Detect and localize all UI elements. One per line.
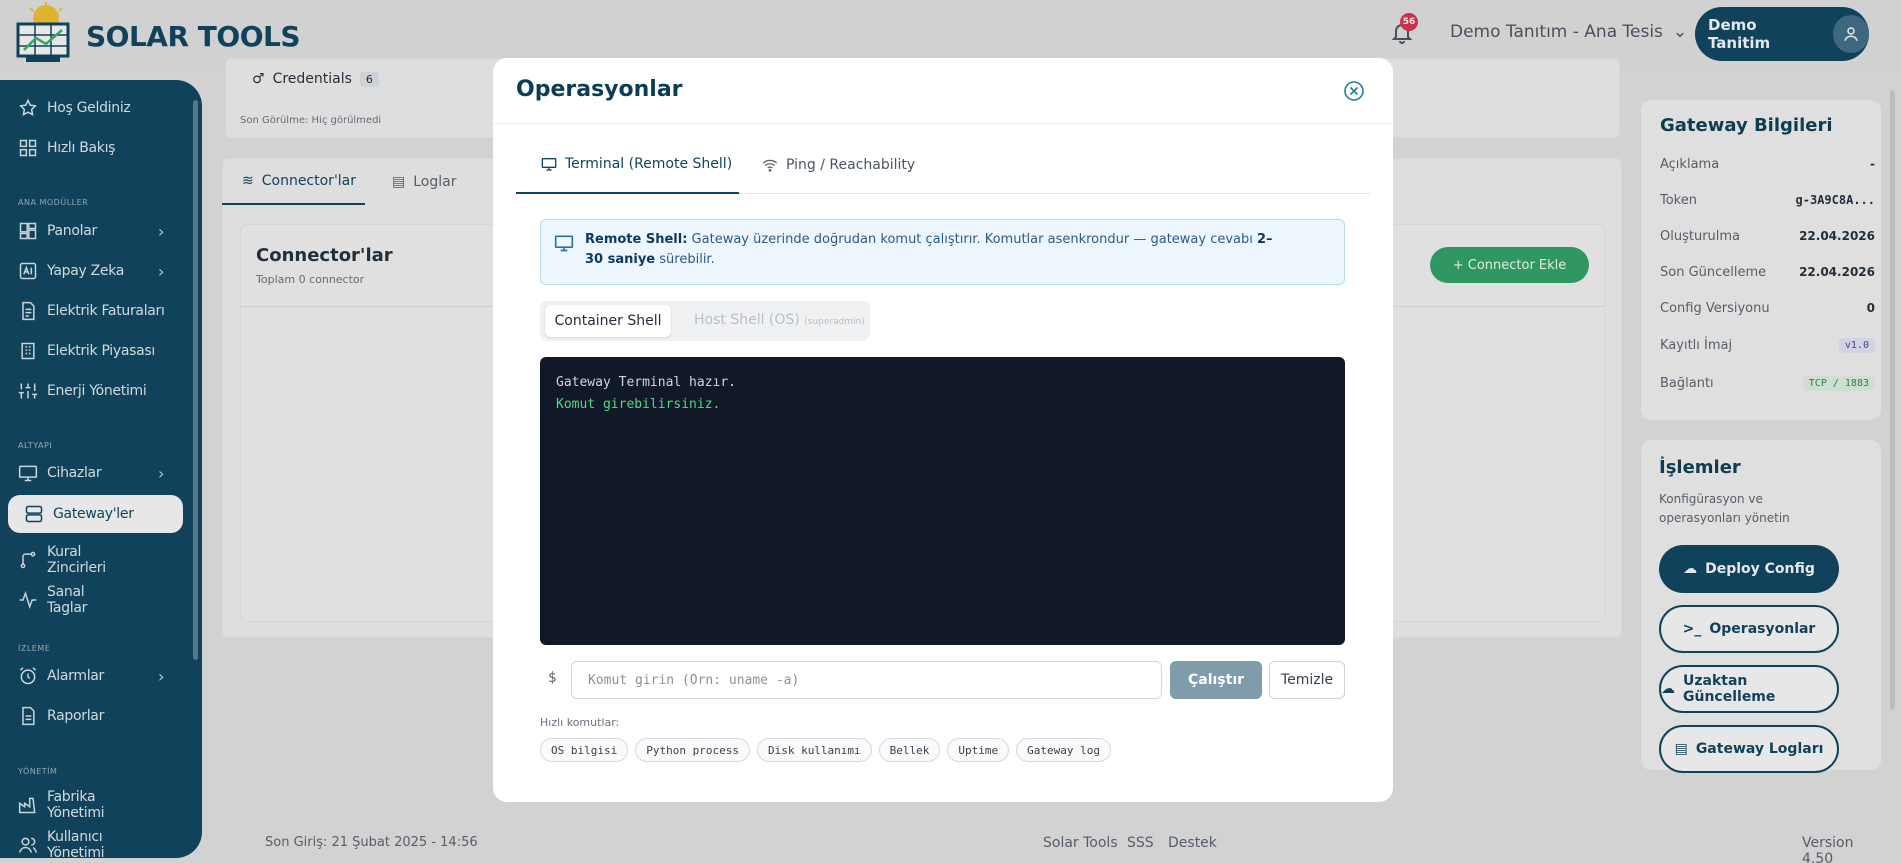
modal-title: Operasyonlar <box>516 77 683 102</box>
tab-terminal[interactable]: Terminal (Remote Shell) <box>541 156 732 172</box>
terminal-line: Gateway Terminal hazır. <box>556 375 737 390</box>
quick-commands-label: Hızlı komutlar: <box>540 716 620 729</box>
info-body: Gateway üzerinde doğrudan komut çalıştır… <box>687 232 1258 247</box>
remote-shell-info-text: Remote Shell: Gateway üzerinde doğrudan … <box>585 230 1285 270</box>
quick-commands: OS bilgisi Python process Disk kullanımı… <box>540 738 1112 762</box>
tab-label: Ping / Reachability <box>786 157 916 173</box>
quick-command-chip[interactable]: OS bilgisi <box>540 738 629 762</box>
monitor-icon <box>541 156 557 172</box>
host-shell-tab[interactable]: Host Shell (OS) (superadmin) <box>694 312 865 328</box>
host-shell-label: Host Shell (OS) <box>694 312 800 328</box>
active-tab-underline <box>516 192 739 194</box>
terminal-line: Komut girebilirsiniz. <box>556 397 721 412</box>
info-tail: sürebilir. <box>655 252 715 267</box>
tab-ping[interactable]: Ping / Reachability <box>762 157 915 173</box>
quick-command-chip[interactable]: Disk kullanımı <box>756 738 872 762</box>
quick-command-chip[interactable]: Uptime <box>947 738 1010 762</box>
container-shell-tab[interactable]: Container Shell <box>545 305 671 337</box>
modal-header-divider <box>493 123 1393 124</box>
monitor-icon <box>554 233 574 253</box>
info-bold: Remote Shell: <box>585 232 688 247</box>
wifi-icon <box>762 157 778 173</box>
tab-label: Terminal (Remote Shell) <box>565 156 733 172</box>
quick-command-chip[interactable]: Python process <box>635 738 750 762</box>
quick-command-chip[interactable]: Bellek <box>878 738 941 762</box>
close-icon[interactable] <box>1343 80 1365 102</box>
host-shell-note: (superadmin) <box>804 317 865 327</box>
quick-command-chip[interactable]: Gateway log <box>1016 738 1112 762</box>
run-button[interactable]: Çalıştır <box>1170 661 1262 699</box>
command-input[interactable] <box>571 661 1162 699</box>
clear-button[interactable]: Temizle <box>1269 661 1345 699</box>
prompt-symbol: $ <box>548 670 557 686</box>
